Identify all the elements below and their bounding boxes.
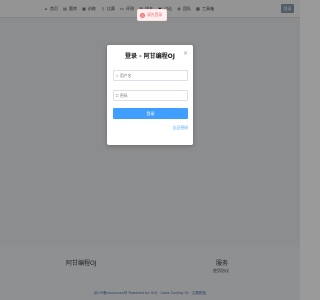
error-icon: × <box>140 12 145 18</box>
password-field[interactable]: ⚿ <box>113 90 188 101</box>
close-icon[interactable]: × <box>183 50 188 57</box>
username-input[interactable] <box>120 73 182 78</box>
toast-message: 请先登录 <box>147 12 163 17</box>
dialog-title: 登录 - 阿甘编程OJ <box>124 53 175 60</box>
login-dialog: 登录 - 阿甘编程OJ × ♙ ⚿ 登录 忘记密码 <box>107 45 193 145</box>
password-input[interactable] <box>120 93 182 98</box>
login-button[interactable]: 登录 <box>113 108 188 119</box>
error-toast: × 请先登录 <box>137 9 167 21</box>
forgot-password-link[interactable]: 忘记密码 <box>173 125 188 131</box>
username-field[interactable]: ♙ <box>113 70 188 81</box>
